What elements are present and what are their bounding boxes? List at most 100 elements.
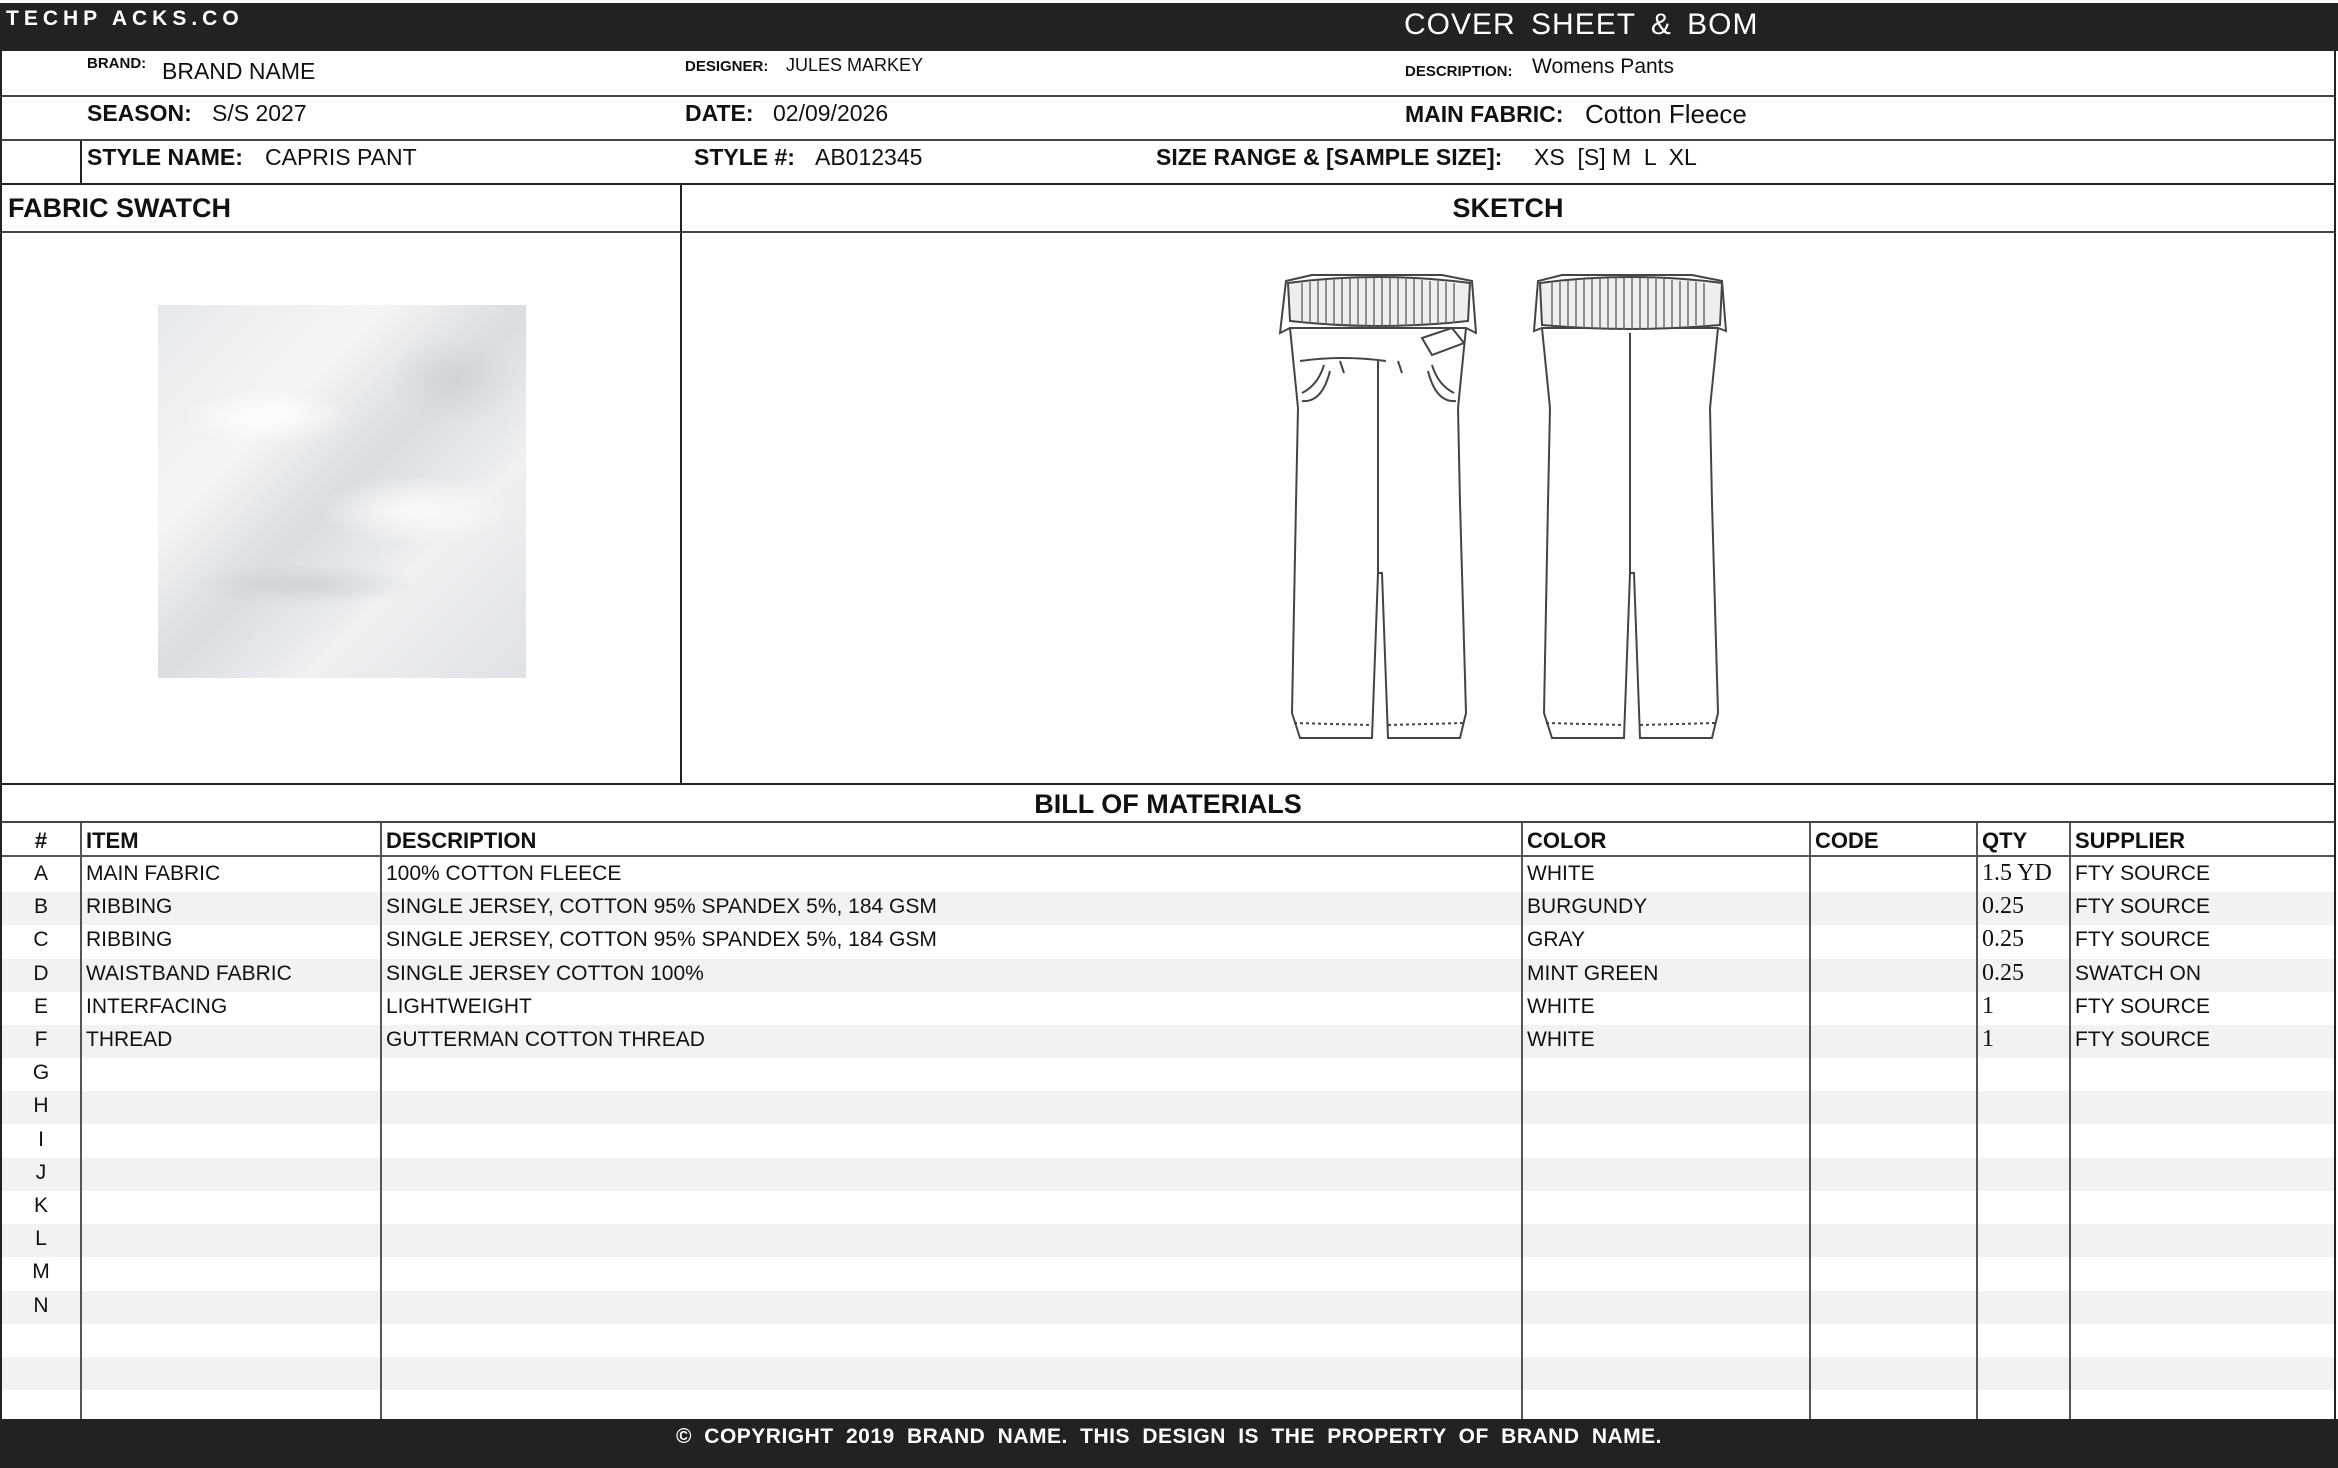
- row-supplier: FTY SOURCE: [2075, 862, 2210, 885]
- row-id: H: [33, 1094, 49, 1118]
- tech-pack-page: TECHP ACKS.CO COVER SHEET & BOM BRAND: B…: [0, 0, 2338, 1468]
- row-description: LIGHTWEIGHT: [386, 994, 532, 1018]
- copyright-footer: © COPYRIGHT 2019 BRAND NAME. THIS DESIGN…: [0, 1419, 2338, 1468]
- title-bar: TECHP ACKS.CO COVER SHEET & BOM: [0, 3, 2338, 51]
- table-row: C RIBBING SINGLE JERSEY, COTTON 95% SPANDE…: [2, 925, 2334, 958]
- row-id: B: [33, 895, 48, 919]
- sketch-title: SKETCH: [680, 185, 2336, 233]
- style-name-value: CAPRIS PANT: [265, 144, 417, 170]
- date-label: DATE:: [685, 100, 754, 126]
- column-divider: [2069, 823, 2071, 1419]
- table-row: H: [2, 1091, 2334, 1125]
- row-id: D: [33, 961, 49, 985]
- row-color: GRAY: [1527, 928, 1585, 952]
- row-item: INTERFACING: [86, 994, 228, 1018]
- row-id: L: [35, 1227, 47, 1251]
- designer-value: JULES MARKEY: [786, 55, 924, 75]
- row-qty: 1.5 YD: [1982, 860, 2052, 886]
- table-row: F THREAD GUTTERMAN COTTON THREAD WHITE 1 FTY …: [2, 1025, 2334, 1058]
- row-description: 100% COTTON FLEECE: [386, 862, 622, 885]
- row-item: RIBBING: [86, 928, 173, 952]
- brand-label: BRAND:: [87, 55, 147, 72]
- style-number-value: AB012345: [815, 144, 923, 170]
- row-id: I: [38, 1127, 44, 1151]
- row-color: WHITE: [1527, 994, 1595, 1018]
- header-supplier: SUPPLIER: [2075, 828, 2186, 853]
- season-value: S/S 2027: [212, 100, 307, 126]
- row-item: WAISTBAND FABRIC: [86, 961, 292, 985]
- header-num: #: [34, 828, 48, 853]
- fabric-swatch-title: FABRIC SWATCH: [0, 185, 680, 233]
- row-id: C: [33, 928, 49, 952]
- row-supplier: FTY SOURCE: [2075, 994, 2210, 1018]
- row-description: SINGLE JERSEY COTTON 100%: [386, 961, 704, 985]
- row-qty: 0.25: [1982, 959, 2024, 986]
- main-fabric-value: Cotton Fleece: [1585, 99, 1747, 129]
- column-divider: [80, 823, 82, 1419]
- row-id: F: [34, 1028, 48, 1051]
- row-description: SINGLE JERSEY, COTTON 95% SPANDEX 5%, 18…: [386, 895, 937, 919]
- row-item: THREAD: [86, 1028, 173, 1051]
- info-divider: [80, 141, 82, 183]
- row-qty: 0.25: [1982, 926, 2024, 953]
- size-range-value: XS [S] M L XL: [1534, 144, 1697, 170]
- info-row-season: SEASON: S/S 2027 DATE: 02/09/2026 MAIN F…: [0, 97, 2336, 141]
- row-description: GUTTERMAN COTTON THREAD: [386, 1028, 705, 1051]
- row-id: G: [32, 1061, 50, 1085]
- row-id: A: [33, 862, 48, 885]
- date-value: 02/09/2026: [773, 100, 889, 126]
- fabric-swatch-panel: [0, 233, 680, 785]
- pants-sketch-image: [1278, 274, 1728, 739]
- fabric-swatch-image: [158, 305, 526, 678]
- row-supplier: FTY SOURCE: [2075, 1028, 2210, 1051]
- header-item: ITEM: [86, 828, 139, 853]
- row-qty: 1: [1982, 1026, 1994, 1052]
- column-divider: [380, 823, 382, 1419]
- table-row: [2, 1324, 2334, 1357]
- row-item: MAIN FABRIC: [86, 862, 221, 885]
- row-supplier: FTY SOURCE: [2075, 895, 2210, 919]
- table-row: D WAISTBAND FABRIC SINGLE JERSEY COTTON 10…: [2, 958, 2334, 992]
- row-id: J: [35, 1160, 47, 1184]
- row-color: WHITE: [1527, 1028, 1595, 1051]
- brand-value: BRAND NAME: [162, 58, 316, 84]
- info-row-style: STYLE NAME: CAPRIS PANT STYLE #: AB01234…: [0, 141, 2336, 185]
- info-row-brand: BRAND: BRAND NAME DESIGNER: JULES MARKEY…: [0, 51, 2336, 97]
- description-value: Womens Pants: [1532, 55, 1675, 78]
- column-divider: [1976, 823, 1978, 1419]
- style-number-label: STYLE #:: [694, 144, 795, 170]
- header-code: CODE: [1815, 828, 1879, 853]
- row-id: K: [33, 1194, 48, 1217]
- table-row: [2, 1357, 2334, 1390]
- row-supplier: FTY SOURCE: [2075, 928, 2210, 952]
- designer-label: DESIGNER:: [685, 58, 769, 75]
- header-color: COLOR: [1527, 828, 1607, 853]
- size-range-label: SIZE RANGE & [SAMPLE SIZE]:: [1156, 144, 1503, 170]
- row-qty: 1: [1982, 992, 1994, 1019]
- description-label: DESCRIPTION:: [1405, 63, 1513, 80]
- header-qty: QTY: [1982, 828, 2028, 853]
- table-row: G: [2, 1058, 2334, 1091]
- table-row: N: [2, 1290, 2334, 1324]
- table-row: M: [2, 1257, 2334, 1290]
- row-id: M: [32, 1260, 50, 1284]
- brand-logo-text: TECHP ACKS.CO: [6, 7, 244, 30]
- table-row: A MAIN FABRIC 100% COTTON FLEECE WHITE 1.5 Y…: [2, 859, 2334, 892]
- row-color: BURGUNDY: [1527, 895, 1648, 919]
- bom-title: BILL OF MATERIALS: [0, 785, 2336, 823]
- row-supplier: SWATCH ON: [2075, 961, 2201, 985]
- column-divider: [1521, 823, 1523, 1419]
- header-description: DESCRIPTION: [386, 828, 537, 853]
- column-divider: [1809, 823, 1811, 1419]
- table-row: I: [2, 1125, 2334, 1158]
- bom-table: A MAIN FABRIC 100% COTTON FLEECE WHITE 1.5 Y…: [0, 823, 2336, 1419]
- row-qty: 0.25: [1982, 893, 2024, 920]
- table-row: K: [2, 1191, 2334, 1224]
- row-item: RIBBING: [86, 895, 173, 919]
- sheet-title: COVER SHEET & BOM: [1404, 8, 1759, 41]
- bom-header-row: # ITEM DESCRIPTION COLOR CODE QTY SUPPLI…: [2, 823, 2334, 857]
- row-description: SINGLE JERSEY, COTTON 95% SPANDEX 5%, 18…: [386, 928, 937, 952]
- row-id: N: [33, 1293, 49, 1317]
- row-color: MINT GREEN: [1527, 961, 1659, 985]
- style-name-label: STYLE NAME:: [87, 144, 243, 170]
